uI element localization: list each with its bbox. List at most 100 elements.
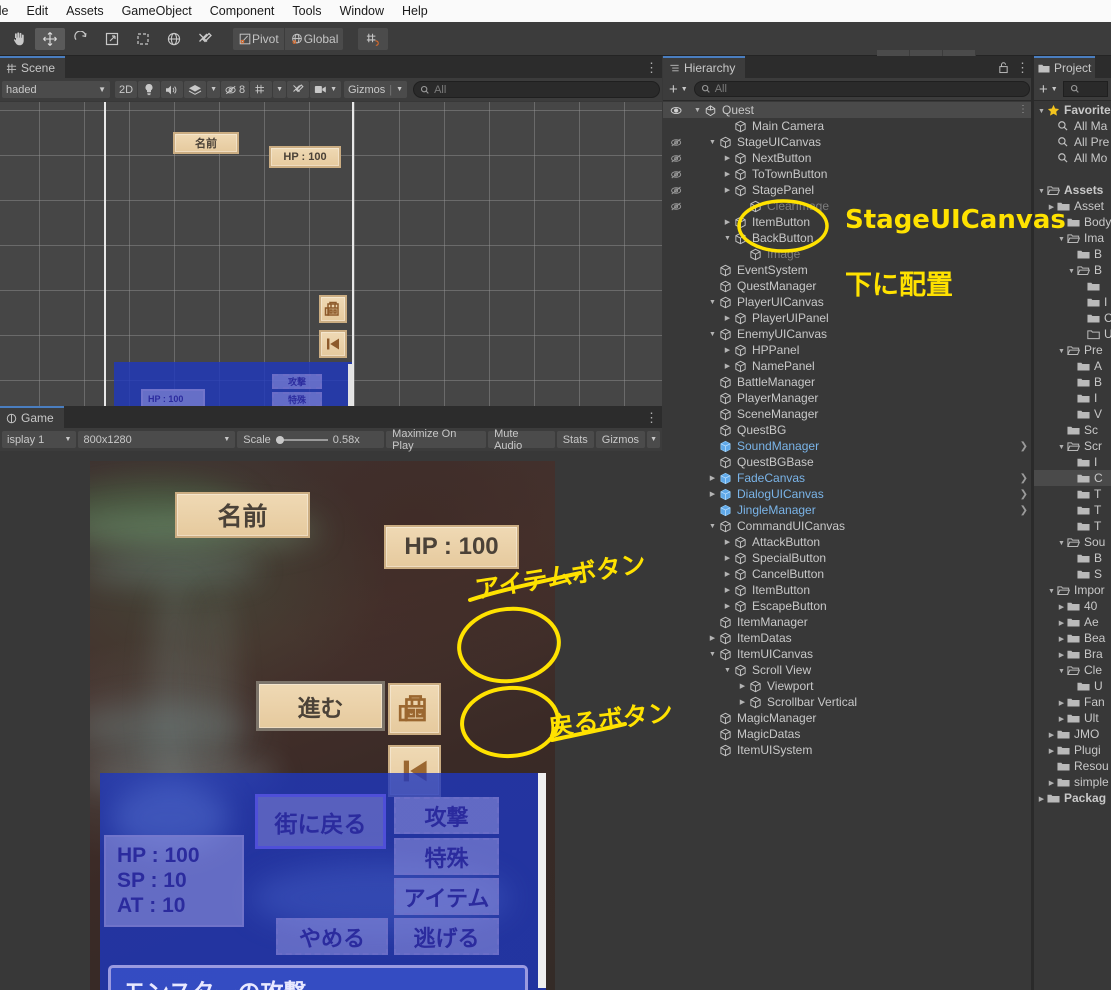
hierarchy-item-viewport[interactable]: ▶ Viewport [663, 678, 1033, 694]
hierarchy-item-itemmanager[interactable]: ItemManager [663, 614, 1033, 630]
prefab-open-arrow-icon[interactable]: ❯ [1020, 505, 1028, 516]
project-item-bea-33[interactable]: ▶ Bea [1034, 630, 1111, 646]
project-item-i-18[interactable]: I [1034, 390, 1111, 406]
hierarchy-item-battlemanager[interactable]: BattleManager [663, 374, 1033, 390]
project-item-s-29[interactable]: S [1034, 566, 1111, 582]
game-kebab-icon[interactable]: ⋮ [645, 411, 658, 424]
project-item-b-17[interactable]: B [1034, 374, 1111, 390]
twisty-icon[interactable]: ▶ [1056, 618, 1067, 627]
prefab-open-arrow-icon[interactable]: ❯ [1020, 473, 1028, 484]
project-item-c-23[interactable]: C [1034, 470, 1111, 486]
hierarchy-item-questbg[interactable]: QuestBG [663, 422, 1033, 438]
project-item-simple-42[interactable]: ▶ simple [1034, 774, 1111, 790]
hierarchy-item-jinglemanager[interactable]: JingleManager ❯ [663, 502, 1033, 518]
eye-hidden-icon[interactable] [663, 169, 691, 180]
hierarchy-search-input[interactable]: All [693, 81, 1030, 97]
menu-item-gameobject[interactable]: GameObject [113, 0, 201, 22]
twisty-icon[interactable]: ▼ [721, 667, 734, 674]
gizmos-dropdown[interactable]: Gizmos | ▼ [344, 81, 408, 98]
fx-dropdown-icon[interactable]: ▼ [207, 81, 220, 98]
hierarchy-item-nextbutton[interactable]: ▶ NextButton [663, 150, 1033, 166]
project-item-assets-5[interactable]: ▼ Assets [1034, 182, 1111, 198]
hierarchy-item-itembutton[interactable]: ▶ ItemButton [663, 582, 1033, 598]
twisty-icon[interactable]: ▼ [1056, 538, 1067, 547]
scale-slider[interactable]: Scale 0.58x [237, 431, 385, 448]
scale-tool-icon[interactable] [97, 27, 127, 50]
twisty-icon[interactable]: ▼ [706, 331, 719, 338]
game-btn-escape[interactable]: 逃げる [394, 918, 499, 955]
menu-item-tools[interactable]: Tools [283, 0, 330, 22]
twisty-icon[interactable]: ▶ [706, 474, 719, 482]
hierarchy-item-itemuisystem[interactable]: ItemUISystem [663, 742, 1033, 758]
project-item-v-19[interactable]: V [1034, 406, 1111, 422]
camera-icon[interactable]: ▼ [310, 81, 341, 98]
hierarchy-item-quest[interactable]: ▼ Quest ⋮ [663, 102, 1033, 118]
twisty-icon[interactable]: ▼ [706, 299, 719, 306]
hierarchy-item-enemyuicanvas[interactable]: ▼ EnemyUICanvas [663, 326, 1033, 342]
hierarchy-item-scrollbar-vertical[interactable]: ▶ Scrollbar Vertical [663, 694, 1033, 710]
project-item-all-pre-2[interactable]: All Pre [1034, 134, 1111, 150]
hand-tool-icon[interactable] [4, 27, 34, 50]
project-item-t-25[interactable]: T [1034, 502, 1111, 518]
project-item-i-12[interactable]: I [1034, 294, 1111, 310]
hierarchy-item-stageuicanvas[interactable]: ▼ StageUICanvas [663, 134, 1033, 150]
toggle-2d-button[interactable]: 2D [115, 81, 138, 98]
eye-icon[interactable] [663, 105, 691, 116]
hierarchy-item-commanduicanvas[interactable]: ▼ CommandUICanvas [663, 518, 1033, 534]
hierarchy-item-soundmanager[interactable]: SoundManager ❯ [663, 438, 1033, 454]
hierarchy-item-image[interactable]: Image [663, 246, 1033, 262]
twisty-icon[interactable]: ▶ [1056, 602, 1067, 611]
menu-item-assets[interactable]: Assets [57, 0, 113, 22]
project-item-c-13[interactable]: C [1034, 310, 1111, 326]
scene-row-kebab-icon[interactable]: ⋮ [1018, 105, 1028, 115]
hierarchy-kebab-icon[interactable]: ⋮ [1016, 61, 1029, 74]
hierarchy-item-magicdatas[interactable]: MagicDatas [663, 726, 1033, 742]
twisty-icon[interactable]: ▶ [721, 346, 734, 354]
lighting-icon[interactable] [138, 81, 161, 98]
game-gizmos-chevron-icon[interactable]: ▼ [647, 431, 660, 448]
hierarchy-tree[interactable]: ▼ Quest ⋮ Main Camera ▼ StageUICanvas ▶ NextBut… [663, 102, 1033, 990]
twisty-icon[interactable]: ▼ [691, 107, 704, 114]
twisty-icon[interactable]: ▼ [721, 235, 734, 242]
twisty-icon[interactable]: ▶ [721, 362, 734, 370]
game-btn-attack[interactable]: 攻撃 [394, 797, 499, 834]
hidden-objects-icon[interactable]: 8 [221, 81, 250, 98]
transform-tool-icon[interactable] [159, 27, 189, 50]
project-tree[interactable]: ▼ Favorite All Ma All Pre All Mo ▼ Assets ▶ Asse… [1034, 102, 1111, 990]
twisty-icon[interactable]: ▶ [706, 490, 719, 498]
twisty-icon[interactable]: ▶ [736, 682, 749, 690]
mute-audio-button[interactable]: Mute Audio [488, 428, 555, 452]
twisty-icon[interactable]: ▶ [721, 602, 734, 610]
hierarchy-item-totownbutton[interactable]: ▶ ToTownButton [663, 166, 1033, 182]
twisty-icon[interactable]: ▶ [721, 586, 734, 594]
project-item-40-31[interactable]: ▶ 40 [1034, 598, 1111, 614]
menu-item-component[interactable]: Component [201, 0, 284, 22]
hierarchy-item-scroll-view[interactable]: ▼ Scroll View [663, 662, 1033, 678]
project-item-resou-41[interactable]: Resou [1034, 758, 1111, 774]
project-item-scr-21[interactable]: ▼ Scr [1034, 438, 1111, 454]
twisty-icon[interactable]: ▶ [721, 314, 734, 322]
hierarchy-item-stagepanel[interactable]: ▶ StagePanel [663, 182, 1033, 198]
audio-icon[interactable] [161, 81, 184, 98]
twisty-icon[interactable]: ▶ [1046, 778, 1057, 787]
project-item-bra-34[interactable]: ▶ Bra [1034, 646, 1111, 662]
tab-scene[interactable]: Scene [0, 56, 66, 78]
scene-kebab-icon[interactable]: ⋮ [645, 61, 658, 74]
scene-item-button[interactable] [319, 295, 347, 323]
resolution-dropdown[interactable]: 800x1280 ▼ [78, 431, 236, 448]
pivot-toggle[interactable]: Pivot [233, 27, 284, 50]
hierarchy-item-hppanel[interactable]: ▶ HPPanel [663, 342, 1033, 358]
fx-icon[interactable] [184, 81, 207, 98]
hierarchy-item-cancelbutton[interactable]: ▶ CancelButton [663, 566, 1033, 582]
scene-back-button[interactable] [319, 330, 347, 358]
game-btn-item[interactable]: アイテム [394, 878, 499, 915]
twisty-icon[interactable]: ▼ [1046, 586, 1057, 595]
twisty-icon[interactable]: ▶ [1036, 794, 1047, 803]
twisty-icon[interactable]: ▶ [1046, 746, 1057, 755]
hierarchy-item-escapebutton[interactable]: ▶ EscapeButton [663, 598, 1033, 614]
eye-hidden-icon[interactable] [663, 137, 691, 148]
project-item-fan-37[interactable]: ▶ Fan [1034, 694, 1111, 710]
scene-btn-special[interactable]: 特殊 [272, 392, 322, 406]
project-item-b-10[interactable]: ▼ B [1034, 262, 1111, 278]
project-item-ae-32[interactable]: ▶ Ae [1034, 614, 1111, 630]
